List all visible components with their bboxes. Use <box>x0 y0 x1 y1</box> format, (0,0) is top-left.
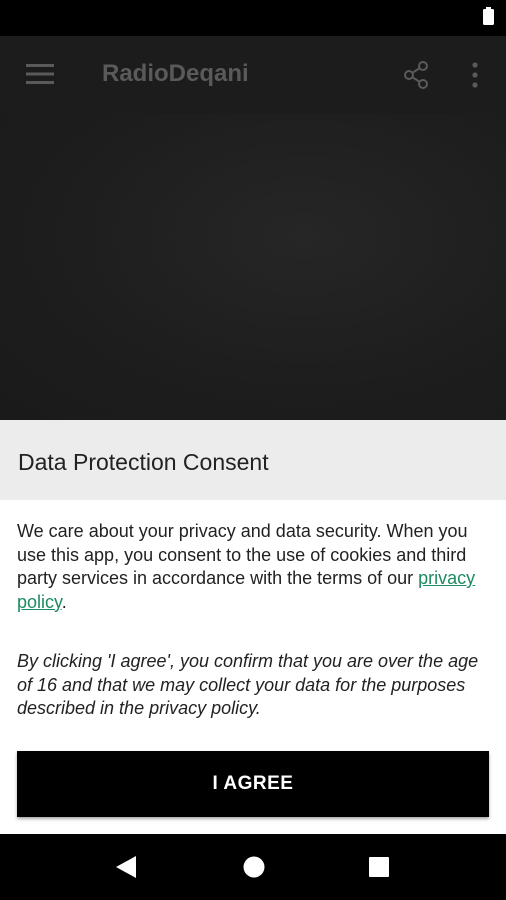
consent-dialog: Data Protection Consent We care about yo… <box>0 420 506 834</box>
app-bar: RadioDeqani <box>0 36 506 114</box>
consent-title: Data Protection Consent <box>18 449 269 475</box>
consent-body: We care about your privacy and data secu… <box>17 520 491 614</box>
share-icon[interactable] <box>402 61 430 89</box>
menu-icon[interactable] <box>26 63 54 85</box>
system-nav-bar <box>0 834 506 900</box>
consent-age-notice: By clicking 'I agree', you confirm that … <box>17 651 479 718</box>
app-title: RadioDeqani <box>102 60 249 87</box>
home-icon[interactable] <box>243 856 265 878</box>
consent-body-end: . <box>61 591 67 612</box>
recents-icon[interactable] <box>369 857 389 877</box>
content-area <box>0 114 506 420</box>
agree-button[interactable]: I AGREE <box>17 751 489 817</box>
consent-header: Data Protection Consent <box>0 420 506 500</box>
back-icon[interactable] <box>115 855 137 879</box>
more-vert-icon[interactable] <box>466 61 484 89</box>
battery-icon <box>483 7 494 25</box>
consent-body-text: We care about your privacy and data secu… <box>17 521 468 588</box>
status-bar <box>0 0 506 36</box>
